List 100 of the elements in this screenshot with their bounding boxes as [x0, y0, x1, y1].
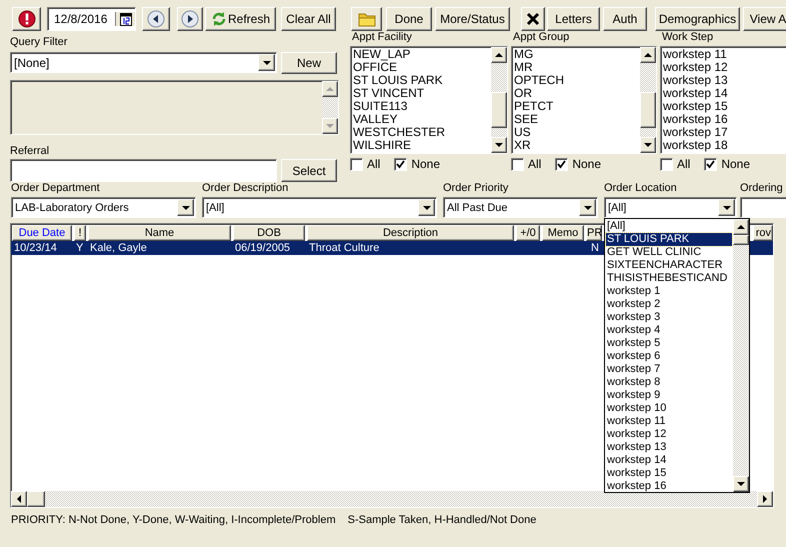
dropdown-option[interactable]: workstep 2 [606, 298, 732, 311]
scrollbar[interactable] [322, 81, 338, 134]
folder-button[interactable] [351, 7, 382, 31]
list-item[interactable]: SEE [514, 113, 638, 126]
dropdown-option[interactable]: workstep 13 [606, 441, 732, 454]
toolbar-button[interactable]: Done [386, 7, 432, 31]
list-item[interactable]: ST VINCENT [353, 87, 489, 100]
scroll-up-button[interactable] [322, 81, 338, 97]
list-item[interactable]: workstep 14 [663, 87, 786, 100]
scroll-down-button[interactable] [733, 476, 749, 492]
scroll-up-button[interactable] [733, 219, 749, 235]
list-item[interactable]: MG [514, 48, 638, 61]
dropdown-button[interactable] [418, 199, 435, 216]
scroll-up-button[interactable] [640, 47, 656, 63]
scroll-right-button[interactable] [757, 491, 773, 507]
dropdown-option[interactable]: workstep 9 [606, 389, 732, 402]
list-item[interactable]: workstep 16 [663, 113, 786, 126]
dropdown-option[interactable]: workstep 11 [606, 415, 732, 428]
list-item[interactable]: PETCT [514, 100, 638, 113]
dropdown-option[interactable]: SIXTEENCHARACTER [606, 259, 732, 272]
dropdown[interactable]: [None] [10, 52, 277, 73]
input-field[interactable] [740, 197, 786, 218]
dropdown-option[interactable]: workstep 3 [606, 311, 732, 324]
list-item[interactable]: workstep 18 [663, 139, 786, 152]
date-field[interactable]: 12/8/2016 [47, 7, 136, 31]
scroll-down-button[interactable] [491, 137, 507, 153]
dropdown-button[interactable] [258, 54, 275, 71]
list-item[interactable]: workstep 11 [663, 48, 786, 61]
list-item[interactable]: OPTECH [514, 74, 638, 87]
checkbox[interactable] [394, 158, 408, 170]
list-item[interactable]: OFFICE [353, 61, 489, 74]
dropdown-option[interactable]: workstep 12 [606, 428, 732, 441]
notes-area[interactable] [10, 80, 339, 135]
dropdown-option[interactable]: workstep 6 [606, 350, 732, 363]
toolbar-button[interactable]: View A [743, 7, 786, 31]
toolbar-button[interactable]: Letters [547, 7, 600, 31]
alert-button[interactable] [12, 7, 41, 31]
scrollbar[interactable] [733, 219, 749, 492]
select-button[interactable]: Select [281, 159, 337, 182]
dropdown-button[interactable] [718, 199, 735, 216]
dropdown-option[interactable]: workstep 15 [606, 467, 732, 480]
toolbar-button[interactable]: Clear All [281, 7, 336, 31]
column-header[interactable]: Due Date [12, 225, 72, 241]
dropdown-button[interactable] [579, 199, 596, 216]
dropdown-option[interactable]: [All] [606, 220, 732, 233]
scrollbar-thumb[interactable] [27, 491, 45, 507]
checkbox[interactable] [511, 158, 524, 170]
scroll-left-button[interactable] [11, 491, 27, 507]
dropdown-option[interactable]: workstep 10 [606, 402, 732, 415]
scrollbar[interactable] [640, 47, 656, 153]
new-button[interactable]: New [281, 52, 337, 74]
list-item[interactable]: workstep 12 [663, 61, 786, 74]
dropdown-button[interactable] [177, 199, 194, 216]
dropdown-option[interactable]: workstep 16 [606, 480, 732, 493]
list-item[interactable]: WILSHIRE [353, 139, 489, 152]
next-button[interactable] [177, 7, 203, 31]
column-header[interactable]: Name [88, 225, 231, 241]
dropdown[interactable]: All Past Due [443, 197, 598, 218]
checkbox[interactable] [704, 158, 718, 170]
dropdown-option[interactable]: THISISTHEBESTICAND [606, 272, 732, 285]
dropdown-option[interactable]: ST LOUIS PARK [606, 233, 732, 246]
scrollbar[interactable] [491, 47, 507, 153]
dropdown[interactable]: [All] [202, 197, 437, 218]
column-header[interactable]: rov [752, 225, 773, 241]
scrollbar-thumb[interactable] [491, 92, 507, 128]
dropdown-option[interactable]: workstep 5 [606, 337, 732, 350]
scroll-down-button[interactable] [322, 118, 338, 134]
list-item[interactable]: VALLEY [353, 113, 489, 126]
list-item[interactable]: workstep 13 [663, 74, 786, 87]
dropdown-option[interactable]: workstep 7 [606, 363, 732, 376]
dropdown[interactable]: LAB-Laboratory Orders [11, 197, 196, 218]
list-item[interactable]: workstep 17 [663, 126, 786, 139]
list-item[interactable]: WESTCHESTER [353, 126, 489, 139]
calendar-icon[interactable] [120, 12, 132, 26]
scrollbar-thumb[interactable] [733, 235, 749, 245]
dropdown-option[interactable]: workstep 4 [606, 324, 732, 337]
input-field[interactable] [10, 159, 277, 182]
checkbox[interactable] [660, 158, 673, 170]
toolbar-button[interactable]: Demographics [655, 7, 740, 31]
close-button[interactable] [521, 7, 545, 31]
list-item[interactable]: workstep 15 [663, 100, 786, 113]
list-item[interactable]: ST LOUIS PARK [353, 74, 489, 87]
checkbox[interactable] [350, 158, 363, 170]
dropdown-option[interactable]: workstep 8 [606, 376, 732, 389]
scrollbar-thumb[interactable] [640, 92, 656, 128]
scroll-down-button[interactable] [640, 137, 656, 153]
column-header[interactable]: DOB [233, 225, 305, 241]
scrollbar[interactable] [11, 491, 773, 507]
column-header[interactable]: Description [307, 225, 514, 241]
column-header[interactable]: Memo [542, 225, 584, 241]
prev-button[interactable] [142, 7, 170, 31]
list-item[interactable]: US [514, 126, 638, 139]
list-item[interactable]: NEW_LAP [353, 48, 489, 61]
list-item[interactable]: XR [514, 139, 638, 152]
dropdown-option[interactable]: workstep 1 [606, 285, 732, 298]
scroll-up-button[interactable] [491, 47, 507, 63]
toolbar-button[interactable]: Auth [603, 7, 647, 31]
list-item[interactable]: MR [514, 61, 638, 74]
column-header[interactable]: ! [74, 225, 86, 241]
refresh-button[interactable]: Refresh [205, 7, 276, 31]
